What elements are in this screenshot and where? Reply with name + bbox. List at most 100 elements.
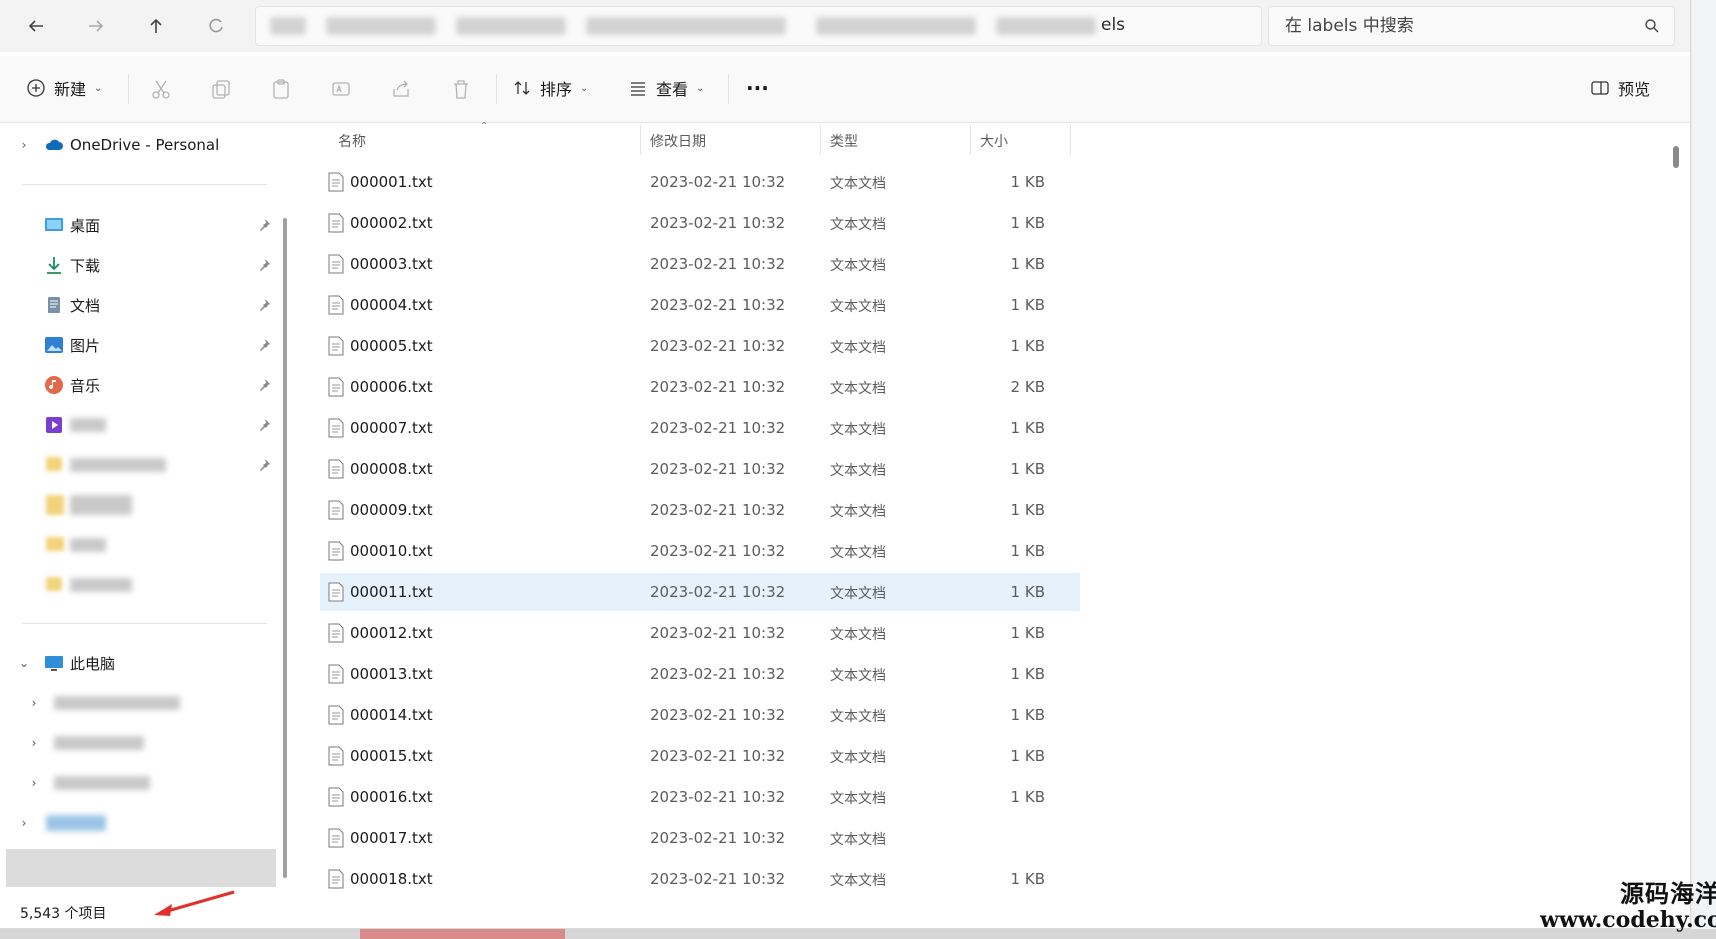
pin-icon[interactable] <box>257 338 271 352</box>
file-row[interactable]: 000011.txt 2023-02-21 10:32 文本文档 1 KB <box>320 573 1080 611</box>
pin-icon[interactable] <box>257 378 271 392</box>
file-name: 000007.txt <box>350 419 433 437</box>
sidebar-item-drive[interactable]: › <box>0 685 275 721</box>
column-header-size[interactable]: 大小 <box>980 131 1008 151</box>
column-divider[interactable] <box>1070 125 1071 155</box>
sidebar-item-music[interactable]: 音乐 <box>0 367 275 403</box>
file-list-scrollbar[interactable] <box>1673 146 1679 168</box>
pin-icon[interactable] <box>257 418 271 432</box>
plus-circle-icon <box>27 79 45 97</box>
file-type: 文本文档 <box>830 586 886 602</box>
sidebar-item-onedrive[interactable]: › OneDrive - Personal <box>0 127 275 163</box>
share-icon[interactable] <box>390 78 412 100</box>
more-options-button[interactable]: ··· <box>746 70 769 106</box>
arrow-up-icon <box>150 18 162 33</box>
column-divider[interactable] <box>640 125 641 155</box>
chevron-right-icon: › <box>31 696 37 710</box>
file-type: 文本文档 <box>830 873 886 889</box>
up-button[interactable] <box>138 10 174 42</box>
file-type: 文本文档 <box>830 750 886 766</box>
file-row[interactable]: 000003.txt 2023-02-21 10:32 文本文档 1 KB <box>320 245 1080 283</box>
file-row[interactable]: 000017.txt 2023-02-21 10:32 文本文档 <box>320 819 1080 857</box>
file-size: 1 KB <box>1010 501 1045 519</box>
sidebar-item-label: 此电脑 <box>70 654 116 673</box>
file-row[interactable]: 000005.txt 2023-02-21 10:32 文本文档 1 KB <box>320 327 1080 365</box>
file-size: 1 KB <box>1010 665 1045 683</box>
column-divider[interactable] <box>820 125 821 155</box>
file-row[interactable]: 000008.txt 2023-02-21 10:32 文本文档 1 KB <box>320 450 1080 488</box>
file-row[interactable]: 000009.txt 2023-02-21 10:32 文本文档 1 KB <box>320 491 1080 529</box>
sidebar-item-folder[interactable] <box>0 487 275 523</box>
file-row[interactable]: 000014.txt 2023-02-21 10:32 文本文档 1 KB <box>320 696 1080 734</box>
file-name: 000006.txt <box>350 378 433 396</box>
column-header-type[interactable]: 类型 <box>830 131 858 151</box>
forward-button[interactable] <box>78 10 114 42</box>
file-row[interactable]: 000015.txt 2023-02-21 10:32 文本文档 1 KB <box>320 737 1080 775</box>
file-row[interactable]: 000004.txt 2023-02-21 10:32 文本文档 1 KB <box>320 286 1080 324</box>
back-button[interactable] <box>18 10 54 42</box>
file-row[interactable]: 000012.txt 2023-02-21 10:32 文本文档 1 KB <box>320 614 1080 652</box>
file-date: 2023-02-21 10:32 <box>650 747 786 765</box>
pin-icon[interactable] <box>257 458 271 472</box>
folder-icon <box>46 495 64 515</box>
text-file-icon <box>328 582 344 602</box>
file-row[interactable]: 000010.txt 2023-02-21 10:32 文本文档 1 KB <box>320 532 1080 570</box>
search-input[interactable] <box>1283 13 1627 39</box>
breadcrumb-redacted <box>816 17 976 35</box>
copy-icon[interactable] <box>210 78 232 100</box>
sidebar-item-this-pc[interactable]: ⌄ 此电脑 <box>0 645 275 681</box>
chevron-down-icon: ⌄ <box>580 82 589 94</box>
new-label: 新建 <box>54 80 87 99</box>
delete-icon[interactable] <box>450 78 472 100</box>
column-header-name[interactable]: 名称 <box>338 131 366 151</box>
chevron-down-icon: ⌄ <box>94 82 103 94</box>
file-name: 000017.txt <box>350 829 433 847</box>
paste-icon[interactable] <box>270 78 292 100</box>
sidebar-item-label: 文档 <box>70 296 101 315</box>
file-type: 文本文档 <box>830 504 886 520</box>
address-bar[interactable]: els <box>255 6 1262 46</box>
pin-icon[interactable] <box>257 258 271 272</box>
file-row[interactable]: 000016.txt 2023-02-21 10:32 文本文档 1 KB <box>320 778 1080 816</box>
breadcrumb-redacted <box>586 17 786 35</box>
sidebar-item-network[interactable]: › <box>0 805 275 841</box>
sort-button[interactable]: 排序 ⌄ <box>512 70 588 106</box>
preview-pane-button[interactable]: 预览 <box>1590 70 1650 106</box>
sidebar-item-documents[interactable]: 文档 <box>0 287 275 323</box>
list-view-icon <box>631 82 645 96</box>
file-size: 1 KB <box>1010 255 1045 273</box>
search-box[interactable] <box>1268 6 1675 46</box>
pin-icon[interactable] <box>257 298 271 312</box>
file-row[interactable]: 000018.txt 2023-02-21 10:32 文本文档 1 KB <box>320 860 1080 898</box>
file-size: 1 KB <box>1010 337 1045 355</box>
file-size: 1 KB <box>1010 460 1045 478</box>
file-name: 000009.txt <box>350 501 433 519</box>
new-button[interactable]: 新建 ⌄ <box>26 70 102 106</box>
refresh-button[interactable] <box>198 10 234 42</box>
sidebar-item-drive[interactable]: › <box>0 765 275 801</box>
file-date: 2023-02-21 10:32 <box>650 337 786 355</box>
sidebar-item-folder[interactable] <box>0 527 275 563</box>
file-row[interactable]: 000013.txt 2023-02-21 10:32 文本文档 1 KB <box>320 655 1080 693</box>
breadcrumb-current[interactable]: els <box>1101 15 1125 35</box>
view-button[interactable]: 查看 ⌄ <box>628 70 704 106</box>
sidebar-item-pictures[interactable]: 图片 <box>0 327 275 363</box>
file-name: 000018.txt <box>350 870 433 888</box>
rename-icon[interactable] <box>330 78 352 100</box>
sidebar-scrollbar[interactable] <box>283 218 287 878</box>
sidebar-item-drive[interactable]: › <box>0 725 275 761</box>
file-row[interactable]: 000002.txt 2023-02-21 10:32 文本文档 1 KB <box>320 204 1080 242</box>
sidebar-item-desktop[interactable]: 桌面 <box>0 207 275 243</box>
sidebar-item-downloads[interactable]: 下载 <box>0 247 275 283</box>
file-row[interactable]: 000001.txt 2023-02-21 10:32 文本文档 1 KB <box>320 163 1080 201</box>
sidebar-item-pinned-folder[interactable] <box>0 447 275 483</box>
file-row[interactable]: 000006.txt 2023-02-21 10:32 文本文档 2 KB <box>320 368 1080 406</box>
cut-icon[interactable] <box>150 78 172 100</box>
sidebar-item-folder[interactable] <box>0 567 275 603</box>
column-header-date[interactable]: 修改日期 <box>650 131 706 151</box>
column-divider[interactable] <box>970 125 971 155</box>
chevron-right-icon: › <box>21 816 27 830</box>
sidebar-item-videos[interactable] <box>0 407 275 443</box>
pin-icon[interactable] <box>257 218 271 232</box>
file-row[interactable]: 000007.txt 2023-02-21 10:32 文本文档 1 KB <box>320 409 1080 447</box>
